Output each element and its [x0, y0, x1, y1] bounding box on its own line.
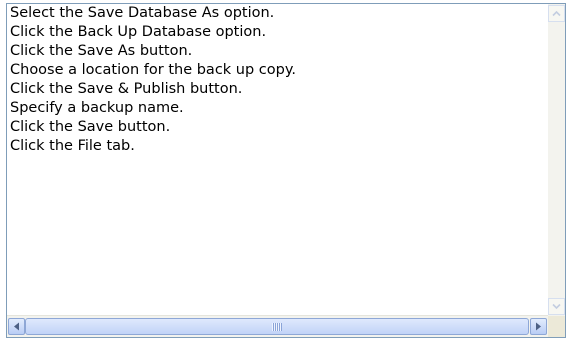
list-item[interactable]: Specify a backup name. — [8, 99, 548, 118]
scrollbar-corner — [548, 316, 565, 337]
list-item[interactable]: Click the Save & Publish button. — [8, 80, 548, 99]
horizontal-scroll-thumb[interactable] — [25, 318, 529, 335]
scroll-left-button[interactable] — [8, 318, 25, 335]
grip-icon — [272, 323, 282, 331]
list-item[interactable]: Click the Save button. — [8, 118, 548, 137]
list-item[interactable]: Click the File tab. — [8, 137, 548, 156]
triangle-right-icon — [536, 322, 541, 331]
horizontal-scrollbar[interactable] — [7, 315, 548, 337]
steps-list[interactable]: Select the Save Database As option. Clic… — [8, 4, 548, 316]
chevron-down-icon — [552, 303, 561, 310]
vertical-scrollbar[interactable] — [548, 4, 565, 316]
chevron-up-icon — [552, 10, 561, 17]
list-item[interactable]: Choose a location for the back up copy. — [8, 61, 548, 80]
steps-listbox[interactable]: Select the Save Database As option. Clic… — [6, 3, 566, 338]
scroll-up-button[interactable] — [548, 5, 565, 22]
list-item[interactable]: Click the Back Up Database option. — [8, 23, 548, 42]
scroll-down-button[interactable] — [548, 298, 565, 315]
list-item[interactable]: Select the Save Database As option. — [8, 4, 548, 23]
triangle-left-icon — [14, 322, 19, 331]
list-item[interactable]: Click the Save As button. — [8, 42, 548, 61]
scroll-right-button[interactable] — [530, 318, 547, 335]
